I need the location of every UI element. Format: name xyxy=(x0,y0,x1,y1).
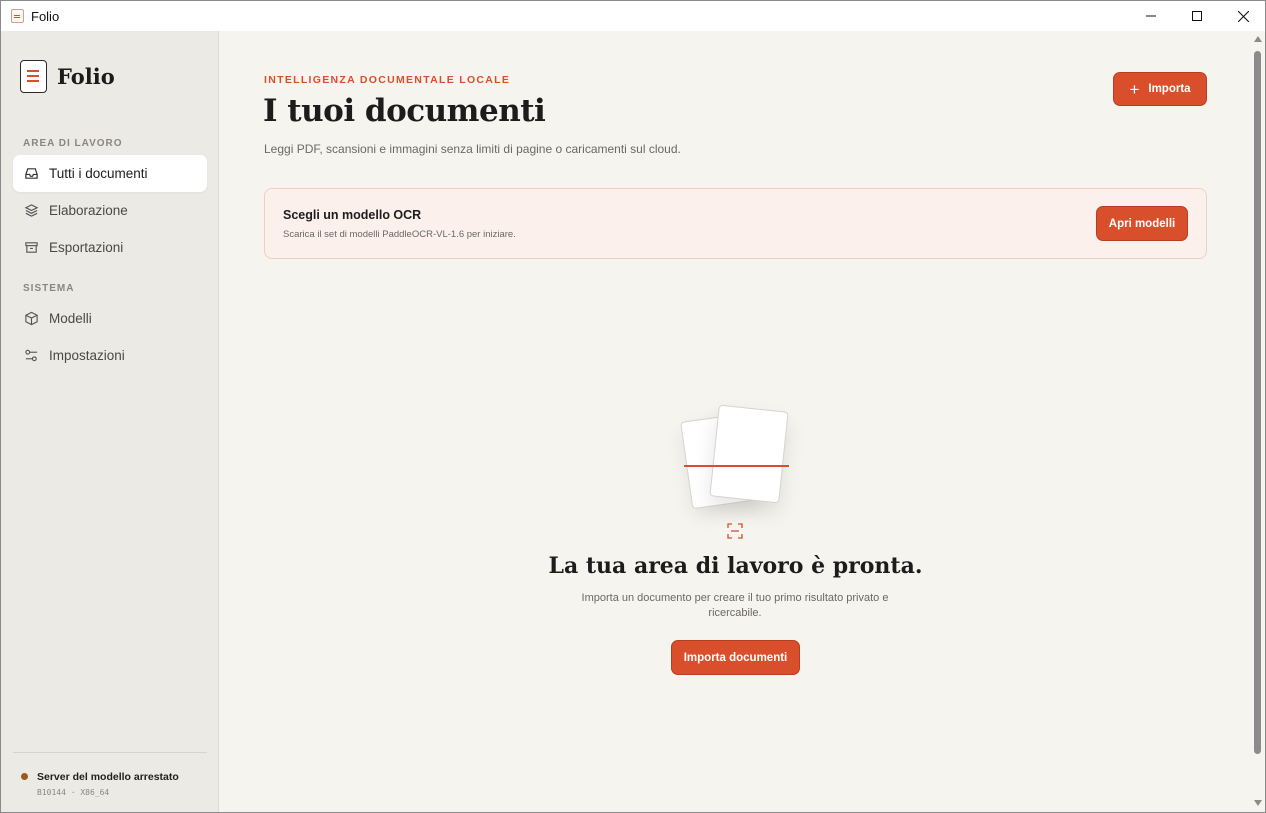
section-label-workspace: AREA DI LAVORO xyxy=(23,138,123,149)
status-detail: B10144 · X86_64 xyxy=(37,788,110,797)
page-subtitle: Leggi PDF, scansioni e immagini senza li… xyxy=(264,142,681,156)
sidebar-item-models[interactable]: Modelli xyxy=(13,300,207,337)
sidebar-divider xyxy=(13,752,207,753)
empty-state-subtitle: Importa un documento per creare il tuo p… xyxy=(581,592,889,619)
sliders-icon xyxy=(24,348,39,363)
banner-title: Scegli un modello OCR xyxy=(283,208,422,222)
maximize-icon xyxy=(1192,11,1202,21)
brand-name: Folio xyxy=(57,64,115,89)
sidebar-item-settings[interactable]: Impostazioni xyxy=(13,337,207,374)
scroll-up-arrow-icon[interactable] xyxy=(1254,36,1262,42)
sidebar-item-label: Impostazioni xyxy=(49,348,125,363)
section-label-system: SISTEMA xyxy=(23,283,75,294)
status-text: Server del modello arrestato xyxy=(37,771,179,783)
main-content: INTELLIGENZA DOCUMENTALE LOCALE I tuoi d… xyxy=(220,31,1251,812)
plus-icon: + xyxy=(1129,79,1140,99)
window-title: Folio xyxy=(31,9,60,24)
minimize-button[interactable] xyxy=(1128,1,1174,31)
scroll-thumb[interactable] xyxy=(1254,51,1261,754)
cube-icon xyxy=(24,311,39,326)
status-dot xyxy=(21,773,28,780)
close-button[interactable] xyxy=(1220,1,1265,31)
sidebar-item-label: Esportazioni xyxy=(49,240,124,255)
document-front-icon xyxy=(709,404,789,504)
app-icon xyxy=(11,9,24,23)
sidebar-item-label: Tutti i documenti xyxy=(49,166,148,181)
sidebar-item-exports[interactable]: Esportazioni xyxy=(13,229,207,266)
page-title: I tuoi documenti xyxy=(263,93,546,129)
close-icon xyxy=(1237,10,1249,22)
minimize-icon xyxy=(1146,15,1156,17)
vertical-scrollbar[interactable] xyxy=(1251,31,1265,812)
archive-icon xyxy=(24,240,39,255)
empty-state-illustration xyxy=(675,401,805,546)
sidebar-item-label: Modelli xyxy=(49,311,92,326)
maximize-button[interactable] xyxy=(1174,1,1220,31)
banner-subtitle: Scarica il set di modelli PaddleOCR-VL-1… xyxy=(283,229,516,240)
scan-line xyxy=(684,465,789,467)
empty-state-title: La tua area di lavoro è pronta. xyxy=(548,553,923,579)
page-eyebrow: INTELLIGENZA DOCUMENTALE LOCALE xyxy=(264,74,511,86)
import-documents-button[interactable]: Importa documenti xyxy=(671,640,800,675)
sidebar-item-all-documents[interactable]: Tutti i documenti xyxy=(13,155,207,192)
title-bar: Folio xyxy=(1,1,1265,31)
scroll-down-arrow-icon[interactable] xyxy=(1254,800,1262,806)
app-window: Folio Folio AREA DI LAVORO Tutti i docum… xyxy=(0,0,1266,813)
sidebar-item-label: Elaborazione xyxy=(49,203,128,218)
sidebar: Folio AREA DI LAVORO Tutti i documenti E… xyxy=(1,31,219,812)
layers-icon xyxy=(24,203,39,218)
folio-logo-icon xyxy=(20,60,47,93)
sidebar-item-processing[interactable]: Elaborazione xyxy=(13,192,207,229)
import-button-label: Importa xyxy=(1148,83,1191,95)
scan-icon xyxy=(727,523,743,539)
ocr-model-banner: Scegli un modello OCR Scarica il set di … xyxy=(264,188,1207,259)
import-button[interactable]: + Importa xyxy=(1113,72,1207,106)
open-models-button[interactable]: Apri modelli xyxy=(1096,206,1188,241)
brand[interactable]: Folio xyxy=(20,60,115,93)
inbox-icon xyxy=(24,166,39,181)
